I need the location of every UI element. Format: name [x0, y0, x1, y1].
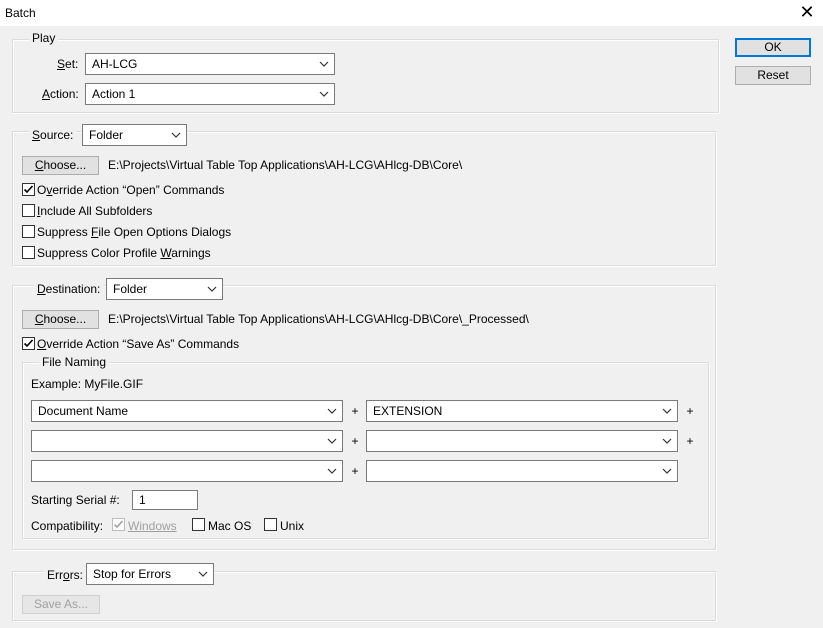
checkmark-icon: [23, 339, 34, 348]
override-save-as-label[interactable]: Override Action “Save As” Commands: [37, 337, 239, 351]
set-select[interactable]: AH-LCG: [85, 53, 335, 75]
source-path: E:\Projects\Virtual Table Top Applicatio…: [108, 158, 463, 172]
override-open-label[interactable]: Override Action “Open” Commands: [37, 183, 224, 197]
override-open-checkbox[interactable]: [22, 183, 35, 196]
errors-label: Errors:: [44, 568, 87, 582]
chevron-down-icon: [327, 468, 337, 474]
checkmark-icon: [23, 185, 34, 194]
include-subfolders-label[interactable]: Include All Subfolders: [37, 204, 152, 218]
naming-field-3[interactable]: [31, 430, 343, 452]
plus-sign: +: [351, 434, 359, 448]
ok-button[interactable]: OK: [735, 38, 811, 57]
suppress-color-profile-label[interactable]: Suppress Color Profile Warnings: [37, 246, 211, 260]
set-value: AH-LCG: [92, 57, 138, 71]
play-legend: Play: [29, 31, 59, 45]
starting-serial-label: Starting Serial #:: [31, 493, 120, 507]
action-select[interactable]: Action 1: [85, 83, 335, 105]
destination-select[interactable]: Folder: [106, 278, 223, 300]
windows-label[interactable]: Windows: [128, 519, 177, 533]
chevron-down-icon: [327, 408, 337, 414]
chevron-down-icon: [662, 438, 672, 444]
destination-label: Destination:: [34, 282, 104, 296]
naming-field-5[interactable]: [31, 460, 343, 482]
action-label: Action:: [42, 87, 79, 101]
include-subfolders-checkbox[interactable]: [22, 204, 35, 217]
reset-button[interactable]: Reset: [735, 66, 811, 85]
destination-value: Folder: [113, 282, 148, 296]
destination-choose-button[interactable]: Choose...: [22, 310, 99, 329]
source-choose-button[interactable]: Choose...: [22, 156, 99, 175]
plus-sign: +: [686, 434, 694, 448]
window-title: Batch: [5, 6, 36, 20]
windows-checkbox[interactable]: [112, 518, 125, 531]
chevron-down-icon: [198, 571, 208, 577]
chevron-down-icon: [319, 91, 329, 97]
chevron-down-icon: [207, 286, 217, 292]
file-naming-legend: File Naming: [39, 355, 110, 369]
destination-path: E:\Projects\Virtual Table Top Applicatio…: [108, 312, 529, 326]
plus-sign: +: [351, 464, 359, 478]
plus-sign: +: [351, 404, 359, 418]
compatibility-label: Compatibility:: [31, 519, 104, 533]
errors-value: Stop for Errors: [93, 567, 172, 581]
set-label: Set:: [57, 57, 79, 71]
override-save-as-checkbox[interactable]: [22, 337, 35, 350]
action-value: Action 1: [92, 87, 136, 101]
naming-field-4[interactable]: [366, 430, 678, 452]
save-as-button[interactable]: Save As...: [22, 595, 100, 614]
chevron-down-icon: [327, 438, 337, 444]
source-value: Folder: [89, 128, 124, 142]
unix-label[interactable]: Unix: [280, 519, 304, 533]
plus-sign: +: [686, 404, 694, 418]
suppress-color-profile-checkbox[interactable]: [22, 246, 35, 259]
source-label: Source:: [29, 128, 77, 142]
title-bar: [0, 0, 823, 27]
mac-os-label[interactable]: Mac OS: [208, 519, 251, 533]
mac-os-checkbox[interactable]: [192, 518, 205, 531]
suppress-file-open-checkbox[interactable]: [22, 225, 35, 238]
suppress-file-open-label[interactable]: Suppress File Open Options Dialogs: [37, 225, 231, 239]
naming-field-2[interactable]: EXTENSION: [366, 400, 678, 422]
naming-field-1[interactable]: Document Name: [31, 400, 343, 422]
starting-serial-input[interactable]: 1: [132, 490, 198, 510]
chevron-down-icon: [319, 61, 329, 67]
naming-field-6[interactable]: [366, 460, 678, 482]
errors-select[interactable]: Stop for Errors: [86, 563, 214, 585]
file-naming-example: Example: MyFile.GIF: [31, 377, 144, 391]
chevron-down-icon: [662, 408, 672, 414]
chevron-down-icon: [662, 468, 672, 474]
checkmark-icon: [113, 520, 124, 529]
chevron-down-icon: [171, 132, 181, 138]
unix-checkbox[interactable]: [264, 518, 277, 531]
close-icon[interactable]: ✕: [795, 3, 819, 23]
source-select[interactable]: Folder: [82, 124, 187, 146]
